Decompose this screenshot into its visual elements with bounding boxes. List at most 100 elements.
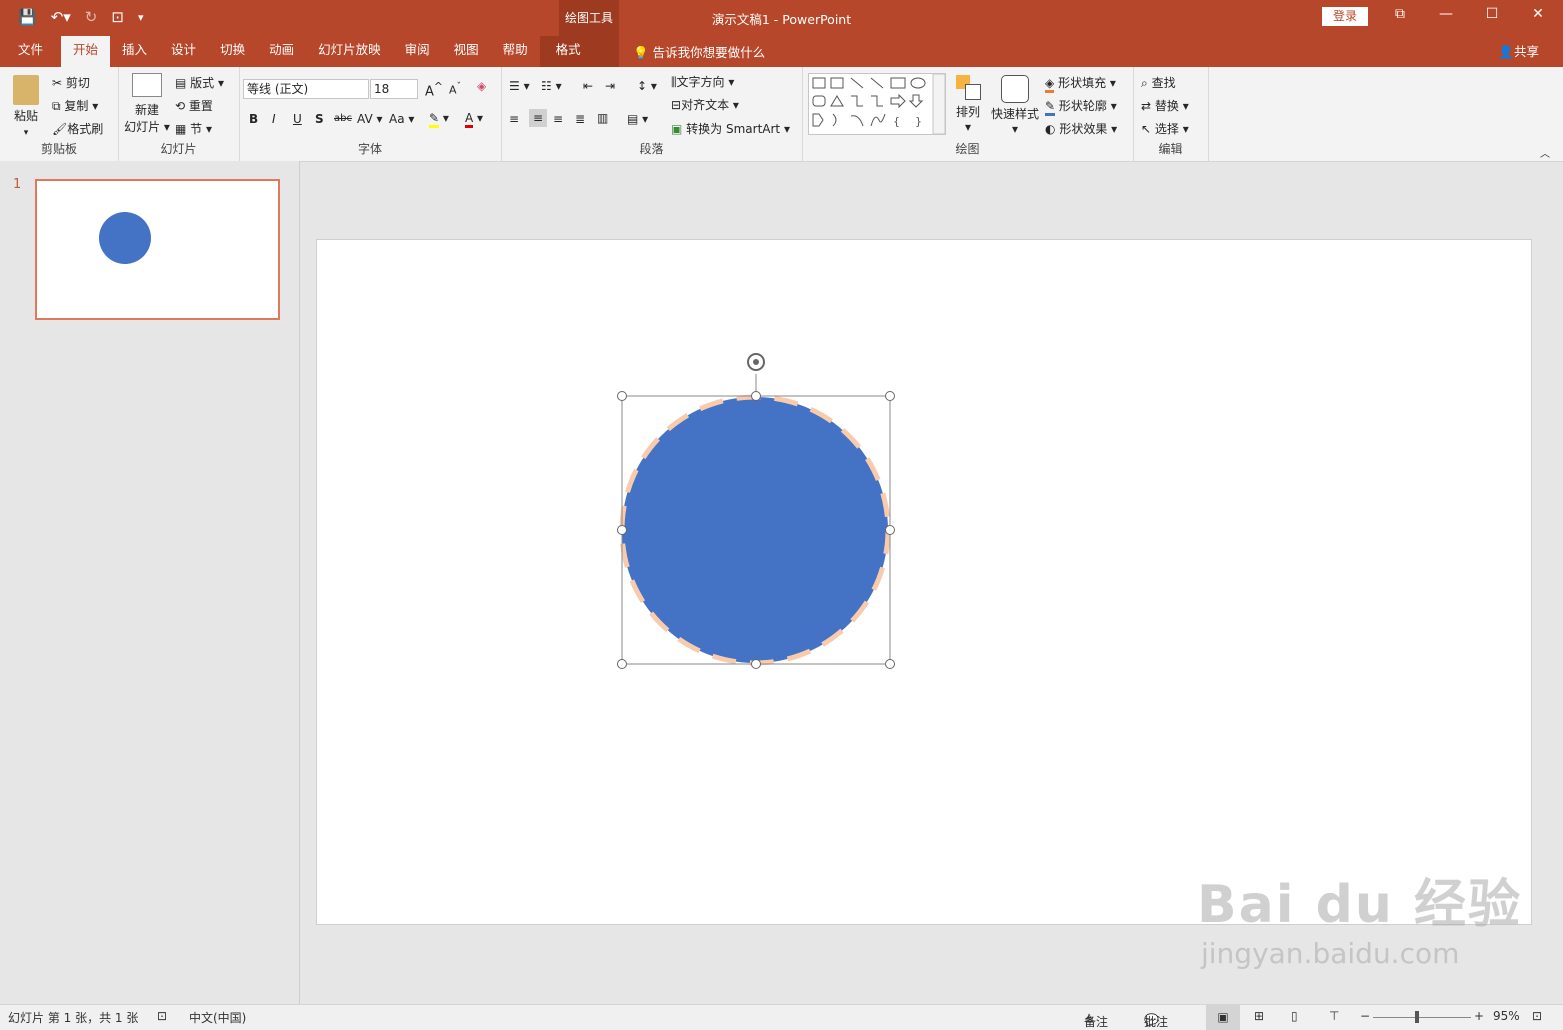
resize-handle-w[interactable] [617, 525, 627, 535]
tab-review[interactable]: 审阅 [393, 36, 442, 67]
resize-handle-se[interactable] [885, 659, 895, 669]
new-slide-button[interactable]: 新建 幻灯片 ▾ [124, 73, 170, 135]
quick-styles-button[interactable]: 快速样式 ▾ [989, 75, 1041, 136]
line-spacing-icon[interactable]: ↕ ▾ [637, 79, 657, 93]
login-button[interactable]: 登录 [1322, 7, 1368, 26]
zoom-slider[interactable] [1373, 1017, 1471, 1018]
char-spacing-button[interactable]: AV ▾ [357, 112, 383, 126]
maximize-icon[interactable]: ☐ [1481, 6, 1503, 22]
slide-thumbnail[interactable] [35, 179, 280, 320]
font-size-select[interactable]: 18 [370, 79, 418, 99]
share-button[interactable]: 👤共享 [1498, 41, 1539, 60]
replace-button[interactable]: ⇄ 替换 ▾ [1141, 97, 1189, 114]
baidu-watermark: Bai du 经验 jingyan.baidu.com [1197, 875, 1522, 970]
tab-file[interactable]: 文件 [0, 36, 61, 67]
clear-formatting-icon[interactable]: ◈ [477, 79, 486, 93]
fit-to-window-icon[interactable]: ⊡ [1532, 1009, 1542, 1023]
zoom-slider-thumb[interactable] [1415, 1011, 1419, 1023]
align-left-icon[interactable]: ≡ [509, 112, 519, 126]
slideshow-view-icon[interactable]: ⊤ [1329, 1009, 1339, 1023]
tab-design[interactable]: 设计 [159, 36, 208, 67]
copy-icon: ⧉ [52, 99, 61, 113]
shape-fill-button[interactable]: ◈ 形状填充 ▾ [1045, 74, 1116, 93]
shrink-font-icon[interactable]: Aˇ [449, 81, 461, 97]
language-status[interactable]: 中文(中国) [189, 1009, 246, 1026]
font-color-button[interactable]: A ▾ [465, 111, 483, 128]
resize-handle-e[interactable] [885, 525, 895, 535]
increase-indent-icon[interactable]: ⇥ [605, 79, 615, 93]
justify-icon[interactable]: ≣ [575, 112, 585, 126]
find-button[interactable]: ⌕ 查找 [1141, 74, 1176, 91]
select-button[interactable]: ↖ 选择 ▾ [1141, 120, 1189, 137]
resize-handle-nw[interactable] [617, 391, 627, 401]
italic-button[interactable]: I [272, 112, 276, 126]
section-button[interactable]: ▦ 节 ▾ [175, 120, 212, 137]
change-case-button[interactable]: Aa ▾ [389, 112, 414, 126]
resize-handle-ne[interactable] [885, 391, 895, 401]
cut-button[interactable]: ✂ 剪切 [52, 74, 90, 91]
tab-insert[interactable]: 插入 [110, 36, 159, 67]
smartart-icon: ▣ [671, 122, 683, 136]
tab-animations[interactable]: 动画 [257, 36, 306, 67]
slide-sorter-icon[interactable]: ⊞ [1254, 1009, 1264, 1023]
close-icon[interactable]: ✕ [1527, 6, 1549, 22]
circle-shape[interactable] [619, 394, 891, 666]
shape-effects-button[interactable]: ◐ 形状效果 ▾ [1045, 120, 1117, 137]
slide-canvas[interactable] [316, 239, 1532, 925]
resize-handle-n[interactable] [751, 391, 761, 401]
format-painter-button[interactable]: 🖌格式刷 [52, 120, 103, 137]
align-center-icon[interactable]: ≡ [529, 109, 548, 127]
normal-view-icon[interactable]: ▣ [1206, 1005, 1240, 1030]
shapes-gallery-icons: { } [812, 73, 946, 135]
reading-view-icon[interactable]: ▯ [1291, 1009, 1298, 1023]
smartart-button[interactable]: ▣ 转换为 SmartArt ▾ [671, 120, 790, 137]
search-icon: ⌕ [1141, 76, 1148, 90]
arrange-button[interactable]: 排列 ▾ [951, 75, 985, 134]
decrease-indent-icon[interactable]: ⇤ [583, 79, 593, 93]
text-direction-button[interactable]: ⫼文字方向 ▾ [671, 73, 734, 90]
zoom-in-icon[interactable]: + [1474, 1009, 1484, 1023]
group-font: 等线 (正文) 18 A^ Aˇ ◈ B I U S abc AV ▾ Aa ▾… [239, 67, 502, 161]
ribbon-display-icon[interactable]: ⧉ [1389, 6, 1411, 22]
font-name-select[interactable]: 等线 (正文) [243, 79, 369, 99]
minimize-icon[interactable]: — [1435, 6, 1457, 22]
rotation-handle[interactable] [747, 353, 765, 371]
shapes-gallery[interactable]: { } [808, 73, 946, 135]
effects-icon: ◐ [1045, 122, 1056, 136]
bold-button[interactable]: B [249, 112, 258, 126]
resize-handle-sw[interactable] [617, 659, 627, 669]
paste-button[interactable]: 粘贴 ▾ [10, 75, 42, 138]
copy-button[interactable]: ⧉ 复制 ▾ [52, 97, 98, 114]
brush-icon: 🖌 [52, 122, 68, 136]
columns-icon[interactable]: ▤ ▾ [627, 112, 648, 126]
tab-slideshow[interactable]: 幻灯片放映 [306, 36, 393, 67]
collapse-ribbon-icon[interactable]: ︿ [1540, 145, 1550, 160]
bullets-icon[interactable]: ☰ ▾ [509, 79, 530, 93]
tab-home[interactable]: 开始 [61, 36, 111, 67]
zoom-out-icon[interactable]: − [1360, 1009, 1370, 1023]
shape-outline-button[interactable]: ✎ 形状轮廓 ▾ [1045, 97, 1117, 116]
tab-format[interactable]: 格式 [539, 36, 597, 67]
accessibility-icon[interactable]: ⊡ [157, 1009, 167, 1023]
paint-bucket-icon: ◈ [1045, 76, 1055, 93]
tab-help[interactable]: 帮助 [491, 36, 540, 67]
strikethrough-button[interactable]: abc [334, 113, 352, 124]
tab-transitions[interactable]: 切换 [208, 36, 257, 67]
tab-view[interactable]: 视图 [442, 36, 491, 67]
tell-me-box[interactable]: 💡 告诉我你想要做什么 [633, 42, 765, 61]
grow-font-icon[interactable]: A^ [425, 80, 443, 99]
replace-icon: ⇄ [1141, 99, 1152, 113]
align-right-icon[interactable]: ≡ [553, 112, 563, 126]
shadow-button[interactable]: S [315, 112, 324, 126]
resize-handle-s[interactable] [751, 659, 761, 669]
distributed-icon[interactable]: ▥ [597, 111, 608, 125]
layout-button[interactable]: ▤ 版式 ▾ [175, 74, 224, 91]
zoom-level[interactable]: 95% [1493, 1009, 1520, 1023]
highlight-icon[interactable]: ✎ ▾ [429, 111, 449, 128]
underline-button[interactable]: U [293, 112, 302, 126]
reset-button[interactable]: ⟲ 重置 [175, 97, 213, 114]
align-text-button[interactable]: ⊟对齐文本 ▾ [671, 96, 739, 113]
numbering-icon[interactable]: ☷ ▾ [541, 79, 562, 93]
svg-text:{: { [893, 115, 900, 128]
layout-icon: ▤ [175, 76, 187, 90]
